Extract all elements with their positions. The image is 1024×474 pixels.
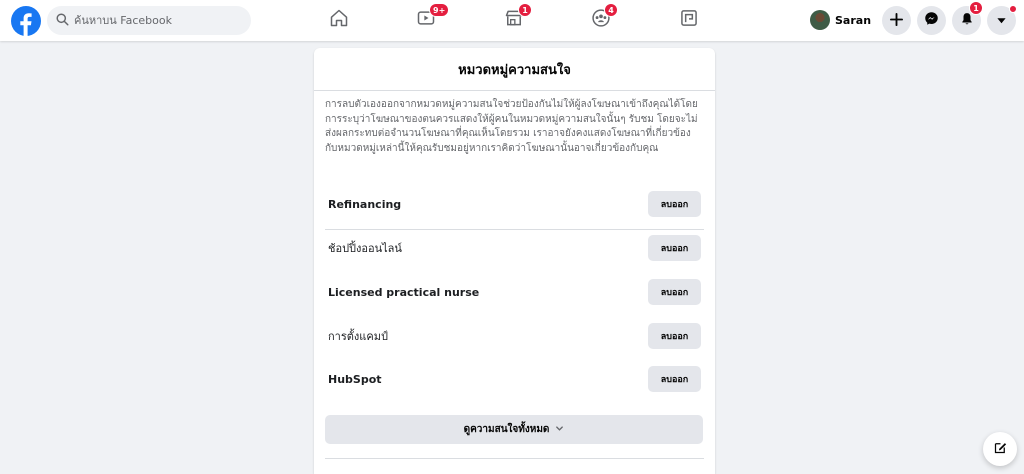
interest-row: Refinancing ลบออก [314, 189, 715, 219]
remove-button[interactable]: ลบออก [648, 366, 701, 392]
messenger-button[interactable] [917, 6, 946, 35]
gaming-icon [679, 8, 699, 32]
profile-name: Saran [835, 13, 872, 27]
top-navigation-bar: 9+ 1 4 Saran [0, 0, 1024, 41]
watch-badge: 9+ [429, 3, 450, 17]
groups-badge: 4 [604, 3, 618, 17]
profile-chip[interactable]: Saran [810, 7, 875, 33]
remove-button[interactable]: ลบออก [648, 323, 701, 349]
interest-row: HubSpot ลบออก [314, 364, 715, 394]
see-all-interests-button[interactable]: ดูความสนใจทั้งหมด [325, 415, 703, 444]
nav-home[interactable] [322, 4, 356, 36]
card-title: หมวดหมู่ความสนใจ [314, 48, 715, 91]
divider [325, 458, 704, 459]
interest-label: ช้อปปิ้งออนไลน์ [328, 242, 402, 255]
avatar [810, 10, 830, 30]
interest-row: การตั้งแคมป์ ลบออก [314, 321, 715, 351]
remove-button[interactable]: ลบออก [648, 191, 701, 217]
nav-groups[interactable]: 4 [584, 3, 618, 36]
interest-label: การตั้งแคมป์ [328, 330, 388, 343]
nav-watch[interactable]: 9+ [409, 3, 450, 36]
search-input[interactable] [74, 14, 244, 27]
remove-button[interactable]: ลบออก [648, 235, 701, 261]
remove-button[interactable]: ลบออก [648, 279, 701, 305]
new-message-button[interactable] [983, 432, 1017, 466]
interest-row: ช้อปปิ้งออนไลน์ ลบออก [314, 233, 715, 263]
messenger-icon [924, 11, 939, 30]
see-all-label: ดูความสนใจทั้งหมด [463, 424, 550, 435]
nav-gaming[interactable] [672, 4, 706, 36]
facebook-logo-icon[interactable] [11, 6, 41, 36]
interest-row: Licensed practical nurse ลบออก [314, 277, 715, 307]
nav-marketplace[interactable]: 1 [497, 3, 532, 36]
interest-label: Refinancing [328, 197, 402, 211]
create-button[interactable] [882, 6, 911, 35]
card-description: การลบตัวเองออกจากหมวดหมู่ความสนใจช่วยป้อ… [325, 99, 698, 154]
notifications-badge: 1 [969, 1, 983, 15]
interest-categories-card: หมวดหมู่ความสนใจ การลบตัวเองออกจากหมวดหม… [314, 48, 715, 474]
interest-label: Licensed practical nurse [328, 285, 480, 299]
search-icon [56, 11, 69, 30]
chevron-down-icon [555, 424, 564, 436]
home-icon [329, 8, 349, 32]
account-alert-dot [1009, 5, 1017, 13]
plus-icon [890, 11, 903, 30]
account-menu-button[interactable] [987, 5, 1017, 35]
notifications-button[interactable]: 1 [952, 1, 983, 35]
marketplace-badge: 1 [518, 3, 532, 17]
caret-down-icon [996, 11, 1007, 30]
divider [325, 229, 704, 230]
interest-label: HubSpot [328, 372, 382, 386]
compose-icon [993, 440, 1008, 459]
search-box[interactable] [47, 6, 251, 35]
